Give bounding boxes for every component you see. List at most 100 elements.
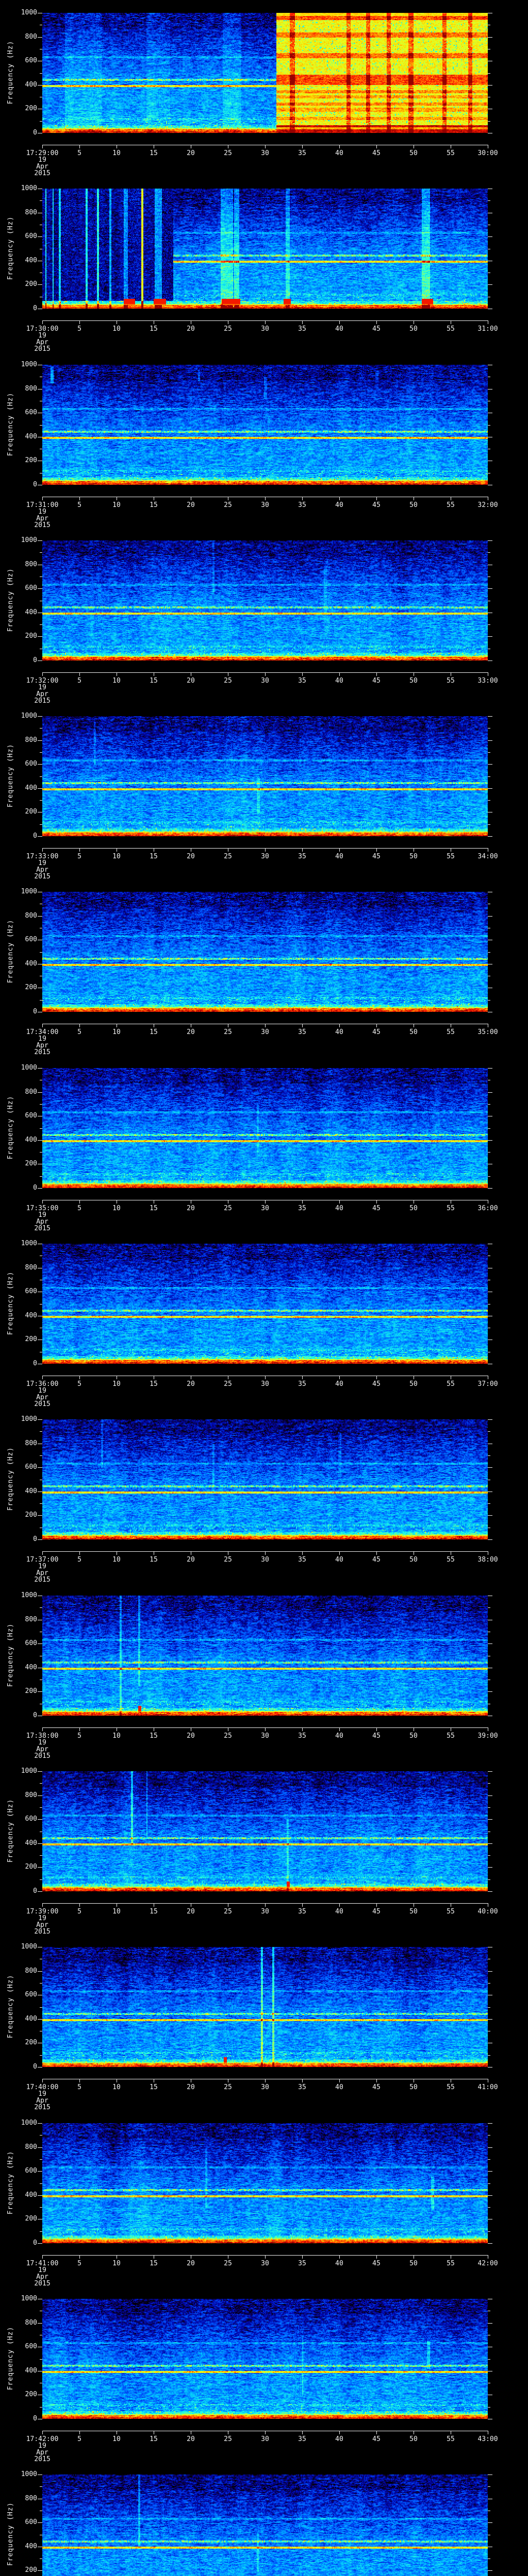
y-minor-tick-mark bbox=[40, 2055, 42, 2056]
x-tick-mark bbox=[79, 1728, 80, 1731]
y-tick-mark bbox=[38, 1643, 42, 1645]
y-tick-label: 1000 bbox=[21, 712, 37, 720]
y-minor-tick-mark bbox=[488, 2558, 490, 2560]
x-tick-mark bbox=[265, 1024, 266, 1027]
x-tick-mark bbox=[302, 2079, 303, 2082]
y-minor-tick-mark bbox=[488, 121, 490, 122]
y-tick-label: 0 bbox=[33, 129, 37, 137]
y-minor-tick-mark bbox=[40, 2231, 42, 2232]
y-minor-tick-mark bbox=[488, 1982, 490, 1984]
y-minor-tick-mark bbox=[40, 1783, 42, 1784]
y-tick-label: 1000 bbox=[21, 536, 37, 544]
x-tick-mark bbox=[376, 2256, 377, 2259]
y-tick-mark bbox=[488, 2171, 492, 2172]
y-minor-tick-mark bbox=[488, 2207, 490, 2208]
y-tick-mark bbox=[488, 84, 492, 86]
y-minor-tick-mark bbox=[40, 1503, 42, 1504]
y-tick-mark bbox=[38, 1819, 42, 1820]
y-tick-mark bbox=[488, 636, 492, 637]
x-tick-mark bbox=[376, 849, 377, 852]
y-tick-label: 200 bbox=[25, 984, 37, 992]
spectrogram-panel: Frequency (Hz) 0 200 400 600 800 1000 17:41:00… bbox=[0, 2110, 528, 2287]
x-tick-mark bbox=[265, 2256, 266, 2259]
y-tick-mark bbox=[38, 2195, 42, 2196]
y-tick-label: 400 bbox=[25, 1311, 37, 1319]
spectrogram-canvas bbox=[42, 540, 488, 660]
x-tick-mark bbox=[265, 849, 266, 852]
x-tick-mark bbox=[376, 2079, 377, 2082]
x-tick-mark bbox=[339, 1728, 340, 1731]
y-tick-label: 200 bbox=[25, 456, 37, 465]
y-tick-mark bbox=[38, 1140, 42, 1141]
y-tick-label: 1000 bbox=[21, 1415, 37, 1423]
spectrogram-figure: Frequency (Hz) 0 200 400 600 800 1000 17:29:00… bbox=[0, 0, 528, 2576]
y-axis-title: Frequency (Hz) bbox=[7, 2326, 14, 2391]
y-tick-label: 200 bbox=[25, 2391, 37, 2399]
spectrogram-panel: Frequency (Hz) 0 200 400 600 800 1000 17:35:00… bbox=[0, 1055, 528, 1232]
y-tick-mark bbox=[488, 2123, 492, 2124]
y-minor-tick-mark bbox=[488, 1455, 490, 1456]
spectrogram-canvas bbox=[42, 2299, 488, 2419]
y-minor-tick-mark bbox=[488, 1807, 490, 1808]
spectrogram-panel: Frequency (Hz) 0 200 400 600 800 1000 17:30:00… bbox=[0, 176, 528, 352]
x-tick-mark bbox=[79, 145, 80, 148]
y-tick-label: 0 bbox=[33, 304, 37, 312]
y-tick-mark bbox=[488, 764, 492, 765]
y-tick-mark bbox=[488, 2570, 492, 2571]
y-tick-mark bbox=[38, 2019, 42, 2020]
y-tick-mark bbox=[488, 1419, 492, 1420]
y-minor-tick-mark bbox=[40, 425, 42, 426]
y-minor-tick-mark bbox=[488, 752, 490, 753]
y-tick-label: 400 bbox=[25, 1136, 37, 1144]
x-tick-mark bbox=[302, 1200, 303, 1204]
y-tick-mark bbox=[38, 1539, 42, 1540]
y-tick-label: 600 bbox=[25, 2343, 37, 2351]
y-minor-tick-mark bbox=[40, 2359, 42, 2360]
y-tick-mark bbox=[488, 2243, 492, 2244]
y-tick-label: 1000 bbox=[21, 2119, 37, 2127]
y-tick-label: 1000 bbox=[21, 1943, 37, 1951]
y-tick-label: 1000 bbox=[21, 361, 37, 368]
y-minor-tick-mark bbox=[488, 952, 490, 953]
end-time-label: 39:00 bbox=[477, 1732, 498, 1740]
y-tick-label: 800 bbox=[25, 32, 37, 41]
x-tick-mark bbox=[42, 145, 43, 148]
y-minor-tick-mark bbox=[488, 1431, 490, 1432]
end-time-label: 30:00 bbox=[477, 149, 498, 157]
y-tick-mark bbox=[488, 1515, 492, 1516]
end-time-label: 36:00 bbox=[477, 1205, 498, 1212]
y-minor-tick-mark bbox=[40, 2207, 42, 2208]
y-tick-label: 400 bbox=[25, 1839, 37, 1847]
y-tick-label: 1000 bbox=[21, 1767, 37, 1775]
y-minor-tick-mark bbox=[40, 2159, 42, 2160]
end-time-label: 32:00 bbox=[477, 501, 498, 509]
y-tick-label: 1000 bbox=[21, 2470, 37, 2478]
y-tick-label: 600 bbox=[25, 1639, 37, 1648]
y-tick-mark bbox=[38, 764, 42, 765]
y-tick-label: 0 bbox=[33, 1711, 37, 1719]
y-minor-tick-mark bbox=[40, 1152, 42, 1153]
x-tick-mark bbox=[42, 1376, 43, 1379]
x-tick-mark bbox=[302, 849, 303, 852]
x-tick-mark bbox=[339, 2256, 340, 2259]
spectrogram-canvas bbox=[42, 1419, 488, 1539]
y-tick-label: 600 bbox=[25, 1112, 37, 1120]
end-time-label: 34:00 bbox=[477, 853, 498, 860]
y-tick-mark bbox=[38, 636, 42, 637]
y-axis-title: Frequency (Hz) bbox=[7, 2150, 14, 2215]
y-minor-tick-mark bbox=[40, 1807, 42, 1808]
y-tick-mark bbox=[488, 1140, 492, 1141]
y-minor-tick-mark bbox=[488, 2183, 490, 2184]
y-tick-mark bbox=[38, 1068, 42, 1069]
x-tick-mark bbox=[265, 1376, 266, 1379]
y-tick-label: 600 bbox=[25, 57, 37, 65]
y-tick-label: 1000 bbox=[21, 9, 37, 16]
y-axis-title: Frequency (Hz) bbox=[7, 919, 14, 984]
spectrogram-canvas bbox=[42, 13, 488, 133]
end-time-label: 35:00 bbox=[477, 1028, 498, 1036]
x-tick-mark bbox=[339, 1552, 340, 1555]
x-tick-mark bbox=[79, 497, 80, 500]
y-tick-mark bbox=[488, 2147, 492, 2148]
x-tick-mark bbox=[79, 1904, 80, 1907]
x-tick-mark bbox=[79, 673, 80, 676]
